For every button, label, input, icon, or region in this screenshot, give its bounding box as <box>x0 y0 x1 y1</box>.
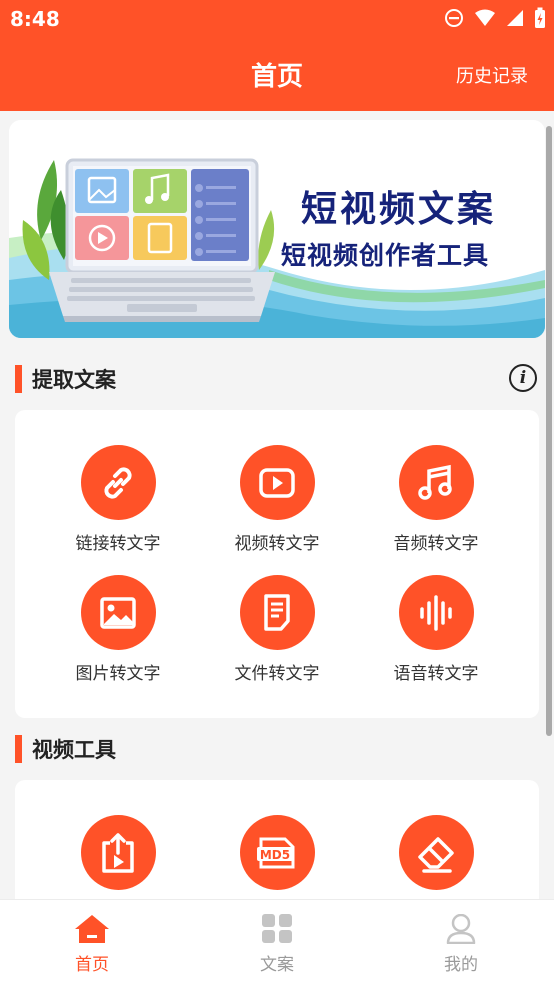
tool-image-to-text[interactable]: 图片转文字 <box>48 575 188 684</box>
video-play-icon <box>259 467 295 498</box>
banner[interactable]: 短视频文案 短视频创作者工具 <box>9 120 545 338</box>
tool-video-to-text[interactable]: 视频转文字 <box>207 445 347 554</box>
banner-title: 短视频文案 <box>301 188 497 230</box>
user-icon <box>446 913 476 945</box>
scrollbar[interactable] <box>546 126 552 736</box>
nav-item-home[interactable]: 首页 <box>37 914 147 975</box>
signal-icon <box>507 10 523 26</box>
grid-icon <box>262 914 292 943</box>
wifi-icon <box>475 9 495 26</box>
tool-audio-to-text[interactable]: 音频转文字 <box>366 445 506 554</box>
tool-label: 链接转文字 <box>75 534 161 554</box>
svg-text:MD5: MD5 <box>260 848 290 862</box>
bottom-navigation: 首页 文案 我的 <box>0 899 554 985</box>
home-icon <box>75 915 109 943</box>
info-icon[interactable]: i <box>509 364 537 392</box>
tool-link-to-text[interactable]: 链接转文字 <box>48 445 188 554</box>
history-button[interactable]: 历史记录 <box>456 62 528 88</box>
tool-label: 语音转文字 <box>393 664 479 684</box>
nav-label-home: 首页 <box>75 955 109 975</box>
tool-label: 文件转文字 <box>234 664 320 684</box>
tool-md5[interactable]: MD5 <box>207 815 347 890</box>
top-app-bar: 8:48 首页 历史记录 <box>0 0 554 111</box>
tool-video-export[interactable] <box>48 815 188 890</box>
voice-wave-icon <box>420 594 452 631</box>
image-icon <box>100 596 136 629</box>
tool-label: 视频转文字 <box>234 534 320 554</box>
battery-icon <box>535 7 545 28</box>
extract-tools-card: 链接转文字 视频转文字 音频转文字 图片转文字 文件转文字 语音转文字 <box>15 410 539 718</box>
tool-file-to-text[interactable]: 文件转文字 <box>207 575 347 684</box>
tool-label: 图片转文字 <box>75 664 161 684</box>
tool-voice-to-text[interactable]: 语音转文字 <box>366 575 506 684</box>
status-bar: 8:48 <box>0 0 554 38</box>
status-time: 8:48 <box>10 7 60 31</box>
section-extract-title: 提取文案 <box>32 368 116 392</box>
do-not-disturb-icon <box>445 9 463 27</box>
banner-subtitle: 短视频创作者工具 <box>281 241 490 270</box>
section-accent-bar <box>15 365 22 393</box>
document-icon <box>264 593 290 631</box>
nav-label-profile: 我的 <box>444 955 478 975</box>
nav-label-copywriting: 文案 <box>260 955 294 975</box>
nav-item-profile[interactable]: 我的 <box>406 913 516 975</box>
nav-item-copywriting[interactable]: 文案 <box>222 914 332 975</box>
link-icon <box>104 466 132 499</box>
section-accent-bar <box>15 735 22 763</box>
section-video-tools-title: 视频工具 <box>32 738 116 762</box>
tool-label: 音频转文字 <box>393 534 479 554</box>
eraser-icon <box>418 836 454 873</box>
md5-icon: MD5 <box>257 837 295 868</box>
status-icons <box>444 7 546 29</box>
tool-eraser[interactable] <box>366 815 506 890</box>
video-export-icon <box>102 832 134 873</box>
music-note-icon <box>418 464 452 500</box>
